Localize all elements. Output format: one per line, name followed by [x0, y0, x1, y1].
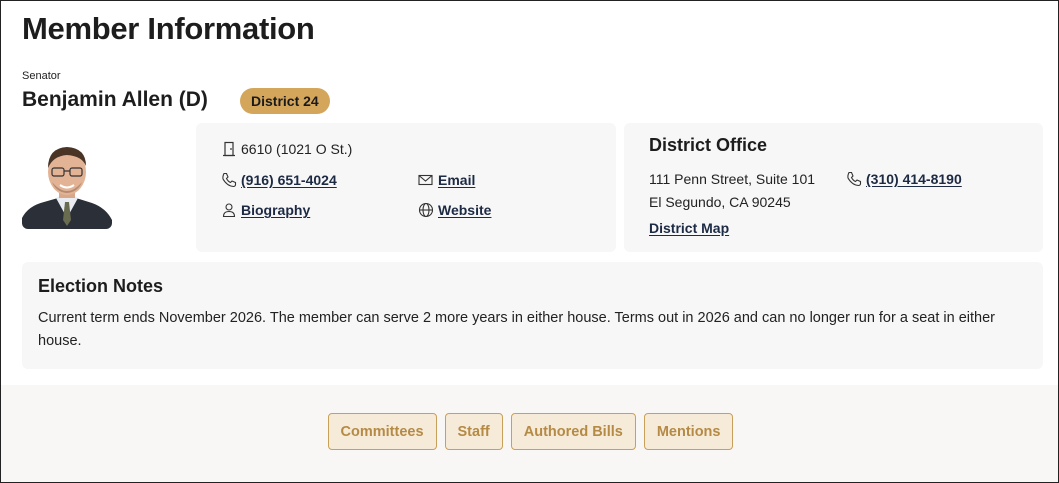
capitol-office-card: 6610 (1021 O St.) (916) 651-4024 Email B… [196, 123, 616, 252]
member-role: Senator [22, 70, 61, 82]
email-row: Email [418, 172, 475, 188]
election-notes-text: Current term ends November 2026. The mem… [38, 310, 995, 349]
page-title: Member Information [22, 11, 315, 46]
biography-link[interactable]: Biography [241, 202, 310, 218]
election-notes-card: Election Notes Current term ends Novembe… [22, 262, 1043, 369]
member-tabs: Committees Staff Authored Bills Mentions [1, 413, 1058, 450]
district-office-card: District Office 111 Penn Street, Suite 1… [624, 123, 1043, 252]
district-phone-row: (310) 414-8190 [846, 171, 962, 187]
member-page: Member Information Senator Benjamin Alle… [0, 0, 1059, 483]
website-row: Website [418, 202, 491, 218]
room-text: 6610 (1021 O St.) [241, 141, 353, 157]
district-map-link[interactable]: District Map [649, 220, 729, 236]
phone-icon [846, 171, 862, 187]
capitol-phone-row: (916) 651-4024 [221, 172, 337, 188]
member-photo [22, 140, 112, 229]
biography-row: Biography [221, 202, 310, 218]
district-badge: District 24 [240, 88, 330, 114]
room-row: 6610 (1021 O St.) [221, 141, 352, 157]
email-link[interactable]: Email [438, 172, 475, 188]
tab-staff[interactable]: Staff [444, 413, 503, 450]
envelope-icon [418, 172, 434, 188]
door-icon [221, 141, 237, 157]
tab-authored-bills[interactable]: Authored Bills [510, 413, 636, 450]
district-map-row: District Map [649, 220, 729, 236]
member-name: Benjamin Allen (D) [22, 88, 208, 111]
globe-icon [418, 202, 434, 218]
district-address-line1: 111 Penn Street, Suite 101 [649, 171, 816, 187]
district-phone-link[interactable]: (310) 414-8190 [866, 171, 962, 187]
election-notes-heading: Election Notes [38, 276, 164, 296]
district-address-line2: El Segundo, CA 90245 [649, 194, 791, 210]
tab-mentions[interactable]: Mentions [643, 413, 734, 450]
person-icon [221, 202, 237, 218]
member-photo-illustration [22, 140, 112, 229]
district-office-heading: District Office [649, 135, 768, 155]
capitol-phone-link[interactable]: (916) 651-4024 [241, 172, 337, 188]
phone-icon [221, 172, 237, 188]
tab-committees[interactable]: Committees [327, 413, 437, 450]
website-link[interactable]: Website [438, 202, 491, 218]
